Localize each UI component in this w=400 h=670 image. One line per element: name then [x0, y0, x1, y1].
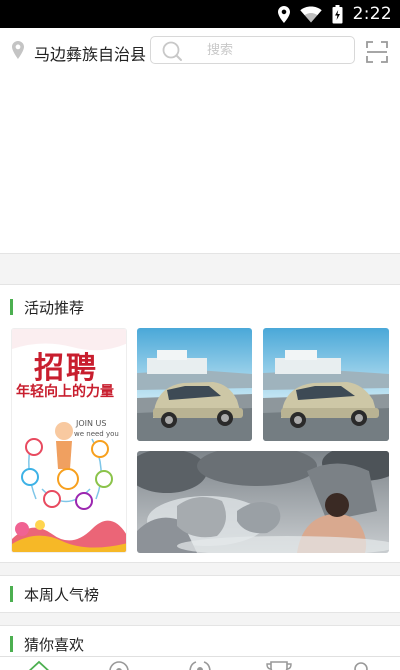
status-bar: 2:22	[0, 0, 400, 28]
section-gap	[0, 613, 400, 625]
location-pin-icon[interactable]	[11, 40, 25, 64]
discover-icon[interactable]	[108, 659, 130, 670]
section-guess-header: 猜你喜欢	[0, 629, 400, 659]
signal-icon[interactable]	[186, 659, 214, 670]
recruit-need: we need you	[74, 430, 119, 438]
recruit-join: JOIN US	[76, 419, 107, 428]
section-gap	[0, 254, 400, 284]
recruit-slogan: 年轻向上的力量	[16, 384, 114, 400]
battery-icon	[332, 4, 343, 24]
scan-icon[interactable]	[366, 41, 388, 67]
section-guess-title: 猜你喜欢	[24, 636, 85, 654]
clock-time: 2:22	[352, 4, 392, 24]
activity-tile-car-1[interactable]	[137, 328, 252, 441]
location-icon	[277, 5, 290, 23]
location-selector[interactable]: 马边彝族自治县	[34, 41, 146, 65]
activity-tile-car-2[interactable]	[263, 328, 389, 441]
profile-icon[interactable]	[350, 659, 372, 670]
section-activity-title: 活动推荐	[24, 299, 85, 317]
section-accent-bar	[10, 299, 13, 315]
search-input[interactable]	[191, 39, 341, 61]
activity-tile-recruit[interactable]: 招聘 年轻向上的力量 JOIN US we need you	[11, 328, 127, 553]
section-accent-bar	[10, 586, 13, 602]
top-header: 马边彝族自治县	[0, 28, 400, 74]
wifi-icon	[299, 6, 322, 23]
search-bar[interactable]	[150, 36, 355, 64]
home-icon[interactable]	[26, 659, 52, 670]
bottom-nav	[0, 656, 400, 670]
divider	[0, 575, 400, 576]
section-accent-bar	[10, 636, 13, 652]
activity-tile-hot-spring[interactable]	[137, 451, 389, 553]
section-gap	[0, 563, 400, 575]
section-weekly-header[interactable]: 本周人气榜	[0, 579, 400, 609]
divider	[0, 625, 400, 626]
section-activity-header: 活动推荐	[0, 292, 400, 322]
search-icon	[161, 40, 183, 66]
banner-carousel[interactable]	[0, 74, 400, 254]
divider	[0, 284, 400, 285]
section-weekly-title: 本周人气榜	[24, 586, 100, 604]
trophy-icon[interactable]	[266, 659, 292, 670]
